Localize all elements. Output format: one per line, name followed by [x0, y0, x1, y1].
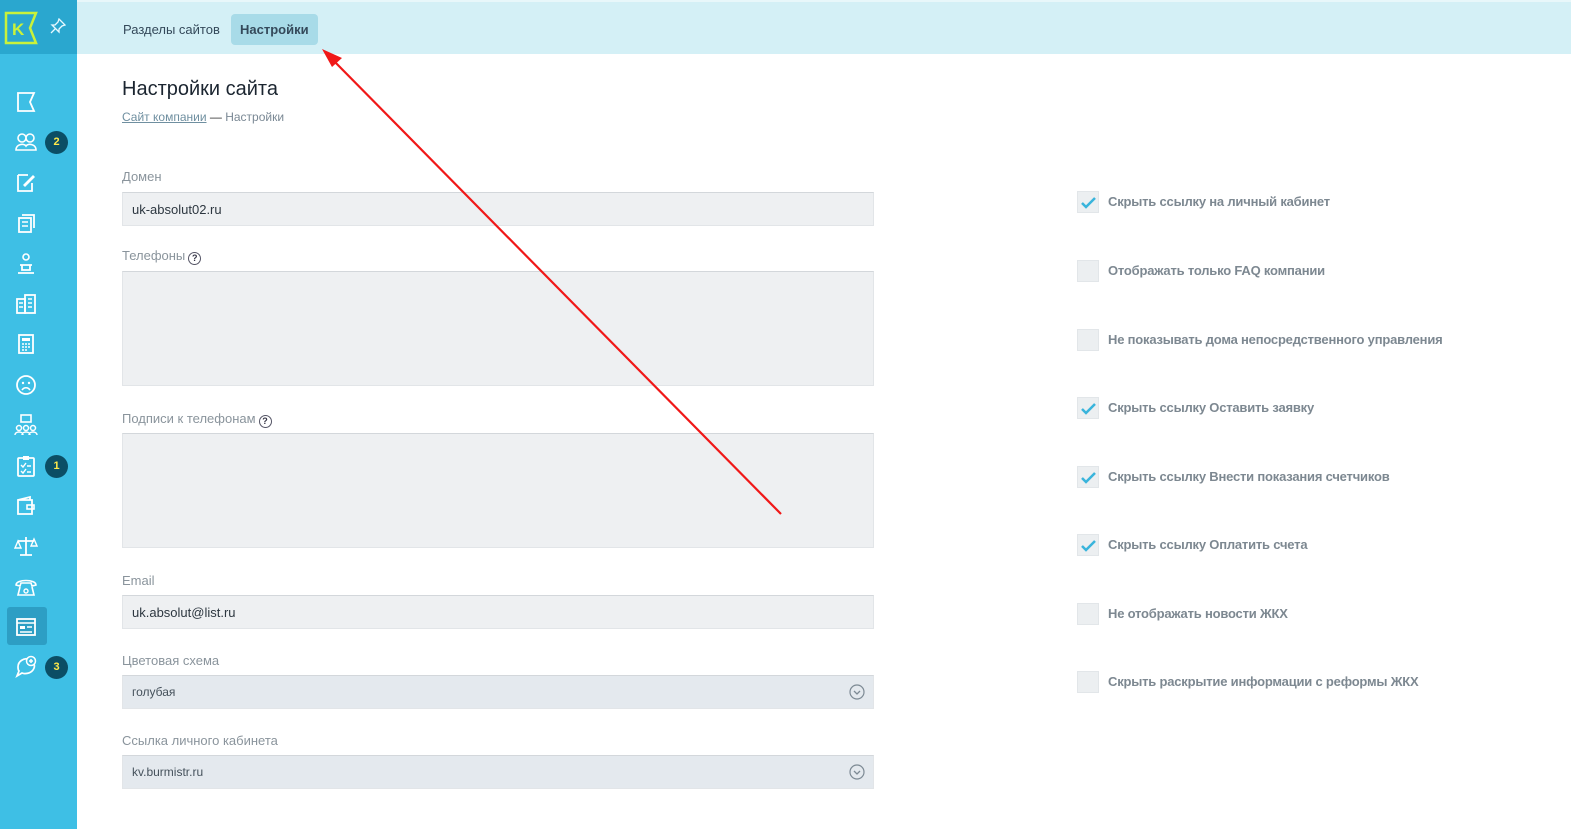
- sidebar-item-complaints[interactable]: [0, 365, 77, 405]
- sidebar: K 2 1 3: [0, 0, 77, 829]
- checkbox[interactable]: [1077, 191, 1099, 213]
- wallet-icon: [17, 495, 35, 515]
- tab-settings[interactable]: Настройки: [231, 14, 318, 45]
- phone-captions-label-text: Подписи к телефонам: [122, 411, 256, 426]
- sidebar-item-site[interactable]: [0, 607, 77, 647]
- phone-captions-label: Подписи к телефонам?: [122, 411, 272, 428]
- sidebar-item-chat[interactable]: 3: [0, 647, 77, 687]
- sidebar-item-worker[interactable]: [0, 244, 77, 284]
- phone-captions-textarea[interactable]: [122, 433, 874, 548]
- checkbox[interactable]: [1077, 397, 1099, 419]
- sidebar-item-staff[interactable]: [0, 405, 77, 445]
- top-bar: Разделы сайтов Настройки: [77, 0, 1571, 54]
- page-title: Настройки сайта: [122, 78, 278, 100]
- phone-icon: [15, 579, 37, 596]
- chevron-down-icon: [849, 764, 865, 780]
- domain-label: Домен: [122, 169, 162, 184]
- phones-label: Телефоны?: [122, 248, 202, 265]
- tab-site-sections[interactable]: Разделы сайтов: [114, 14, 229, 45]
- sidebar-item-buildings[interactable]: [0, 284, 77, 324]
- site-icon: [16, 618, 36, 636]
- color-scheme-label: Цветовая схема: [122, 653, 220, 668]
- people-group-icon: [14, 414, 38, 436]
- check-icon: [1081, 540, 1096, 552]
- checkbox[interactable]: [1077, 671, 1099, 693]
- worker-icon: [18, 252, 34, 274]
- breadcrumb-link[interactable]: Сайт компании: [122, 110, 207, 124]
- tasks-badge: 1: [45, 454, 68, 478]
- checkbox[interactable]: [1077, 260, 1099, 282]
- option-label: Скрыть ссылку на личный кабинет: [1108, 194, 1330, 209]
- check-icon: [1081, 472, 1096, 484]
- option-label: Скрыть ссылку Оставить заявку: [1108, 400, 1315, 415]
- sidebar-nav: 2 1 3: [0, 82, 77, 688]
- sidebar-item-documents[interactable]: [0, 203, 77, 243]
- checkbox[interactable]: [1077, 466, 1099, 488]
- option-label: Не показывать дома непосредственного упр…: [1108, 332, 1443, 347]
- domain-input[interactable]: uk-absolut02.ru: [122, 192, 874, 226]
- color-scheme-value: голубая: [132, 685, 176, 699]
- breadcrumb-current: Настройки: [225, 110, 285, 124]
- email-input[interactable]: uk.absolut@list.ru: [122, 595, 874, 629]
- color-scheme-select[interactable]: голубая: [122, 675, 874, 709]
- svg-text:K: K: [12, 20, 25, 39]
- flag-icon: [17, 92, 36, 112]
- sidebar-item-home[interactable]: [0, 82, 77, 122]
- sidebar-item-tasks[interactable]: 1: [0, 446, 77, 486]
- phones-label-text: Телефоны: [122, 248, 186, 263]
- chat-plus-icon: [15, 656, 37, 679]
- checkbox[interactable]: [1077, 603, 1099, 625]
- option-label: Отображать только FAQ компании: [1108, 263, 1325, 278]
- buildings-icon: [16, 294, 36, 314]
- sidebar-item-calls[interactable]: [0, 567, 77, 607]
- edit-icon: [17, 173, 35, 192]
- logo-icon[interactable]: K: [4, 11, 38, 45]
- users-badge: 2: [45, 131, 68, 155]
- calculator-icon: [18, 334, 34, 355]
- option-label: Скрыть ссылку Оплатить счета: [1108, 537, 1308, 552]
- phones-textarea[interactable]: [122, 271, 874, 386]
- cabinet-link-value: kv.burmistr.ru: [132, 765, 204, 779]
- chat-badge: 3: [45, 656, 68, 680]
- help-icon[interactable]: ?: [188, 252, 202, 265]
- sidebar-item-wallet[interactable]: [0, 486, 77, 526]
- check-icon: [1081, 197, 1096, 209]
- breadcrumb-separator: —: [209, 110, 222, 124]
- check-icon: [1081, 403, 1096, 415]
- sidebar-item-calculator[interactable]: [0, 324, 77, 364]
- checklist-icon: [17, 455, 35, 477]
- documents-icon: [18, 214, 35, 234]
- users-icon: [15, 133, 37, 152]
- chevron-down-icon: [849, 684, 865, 700]
- sad-face-icon: [16, 374, 36, 395]
- cabinet-link-label: Ссылка личного кабинета: [122, 733, 278, 748]
- option-label: Не отображать новости ЖКХ: [1108, 606, 1288, 621]
- breadcrumb: Сайт компании — Настройки: [122, 110, 284, 124]
- email-label: Email: [122, 573, 155, 588]
- sidebar-item-legal[interactable]: [0, 526, 77, 566]
- option-label: Скрыть раскрытие информации с реформы ЖК…: [1108, 674, 1419, 689]
- pin-icon[interactable]: [50, 18, 66, 34]
- help-icon[interactable]: ?: [258, 415, 272, 428]
- scales-icon: [14, 537, 38, 557]
- option-label: Скрыть ссылку Внести показания счетчиков: [1108, 469, 1390, 484]
- sidebar-item-users[interactable]: 2: [0, 122, 77, 162]
- app-window: K 2 1 3 Разделы сайтов Настройки Настрой…: [0, 0, 1571, 829]
- checkbox[interactable]: [1077, 534, 1099, 556]
- sidebar-header: K: [0, 0, 77, 54]
- cabinet-link-select[interactable]: kv.burmistr.ru: [122, 755, 874, 789]
- checkbox[interactable]: [1077, 329, 1099, 351]
- sidebar-item-edit[interactable]: [0, 163, 77, 203]
